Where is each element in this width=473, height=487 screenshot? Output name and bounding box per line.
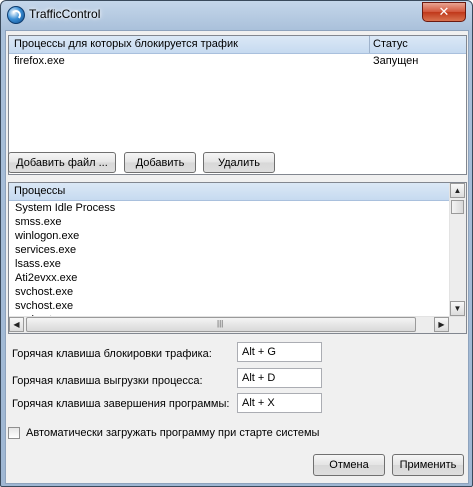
vertical-scrollbar[interactable]: ▲ ▼ [449,183,466,316]
vertical-scroll-thumb[interactable] [451,200,464,214]
scroll-left-button[interactable]: ◀ [9,317,24,332]
scroll-up-button[interactable]: ▲ [450,183,465,198]
process-item[interactable]: Ati2evxx.exe [9,271,466,285]
autostart-label[interactable]: Автоматически загружать программу при ст… [26,427,319,439]
apply-button[interactable]: Применить [392,454,464,476]
remove-button[interactable]: Удалить [203,152,275,173]
app-icon [7,6,25,24]
column-header-processes[interactable]: Процессы для которых блокируется трафик [14,38,238,50]
title-bar[interactable]: TrafficControl ✕ [1,1,472,29]
horizontal-scroll-thumb[interactable]: ||| [26,317,416,332]
process-items: System Idle Process smss.exe winlogon.exe s… [9,201,466,327]
grip-icon: ||| [217,319,224,328]
exit-hotkey-field[interactable]: Alt + X [237,393,322,413]
column-separator[interactable] [369,36,370,53]
process-item[interactable]: winlogon.exe [9,229,466,243]
blocked-list-row[interactable]: firefox.exe Запущен [9,54,466,70]
process-item[interactable]: svchost.exe [9,299,466,313]
unload-hotkey-field[interactable]: Alt + D [237,368,322,388]
process-item[interactable]: smss.exe [9,215,466,229]
processes-list[interactable]: Процессы System Idle Process smss.exe winl… [8,182,467,334]
add-button[interactable]: Добавить [124,152,196,173]
cancel-button[interactable]: Отмена [313,454,385,476]
scroll-down-button[interactable]: ▼ [450,301,465,316]
column-header-process[interactable]: Процессы [14,185,65,197]
blocked-list-header: Процессы для которых блокируется трафик … [9,36,466,54]
scroll-right-button[interactable]: ▶ [434,317,449,332]
client-area: Процессы для которых блокируется трафик … [5,30,469,484]
process-item[interactable]: svchost.exe [9,285,466,299]
process-item[interactable]: lsass.exe [9,257,466,271]
autostart-checkbox[interactable] [8,427,20,439]
block-hotkey-label: Горячая клавиша блокировки трафика: [12,348,212,360]
process-item[interactable]: services.exe [9,243,466,257]
unload-hotkey-label: Горячая клавиша выгрузки процесса: [12,375,203,387]
block-hotkey-field[interactable]: Alt + G [237,342,322,362]
blocked-process-name: firefox.exe [14,55,65,67]
processes-list-header: Процессы [9,183,450,201]
window-title: TrafficControl [29,7,101,21]
process-item[interactable]: System Idle Process [9,201,466,215]
exit-hotkey-label: Горячая клавиша завершения программы: [12,398,230,410]
column-header-status[interactable]: Статус [373,38,408,50]
blocked-process-status: Запущен [373,55,419,67]
traffic-control-window: TrafficControl ✕ Процессы для которых бл… [0,0,473,487]
close-button[interactable]: ✕ [422,2,466,22]
add-file-button[interactable]: Добавить файл ... [8,152,116,173]
horizontal-scrollbar[interactable]: ◀ ||| ▶ [9,316,466,333]
